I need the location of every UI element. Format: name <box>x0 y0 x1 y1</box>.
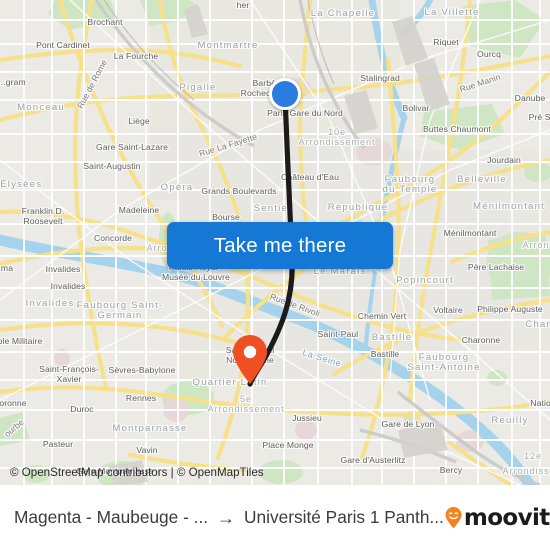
route-destination-label: Université Paris 1 Panth... <box>244 507 444 527</box>
route-summary: Magenta - Maubeuge - ... → Université Pa… <box>0 507 444 528</box>
take-me-there-button[interactable]: Take me there <box>167 222 393 269</box>
origin-blue-dot-marker[interactable] <box>269 78 301 110</box>
moovit-logo: moovit <box>444 505 550 531</box>
moovit-pin-icon <box>444 506 463 529</box>
map-attribution: © OpenStreetMap contributors | © OpenMap… <box>10 465 264 479</box>
moovit-wordmark: moovit <box>463 504 550 531</box>
moovit-map-screen: Brochant Pont Cardinet La Fourche Rue de Ro… <box>0 0 550 550</box>
route-origin-label: Magenta - Maubeuge - ... <box>14 507 209 527</box>
map-viewport[interactable]: Brochant Pont Cardinet La Fourche Rue de Ro… <box>0 0 550 485</box>
arrow-right-icon: → <box>217 507 236 528</box>
footer-bar: Magenta - Maubeuge - ... → Université Pa… <box>0 485 550 550</box>
destination-pin-marker[interactable] <box>230 334 270 385</box>
